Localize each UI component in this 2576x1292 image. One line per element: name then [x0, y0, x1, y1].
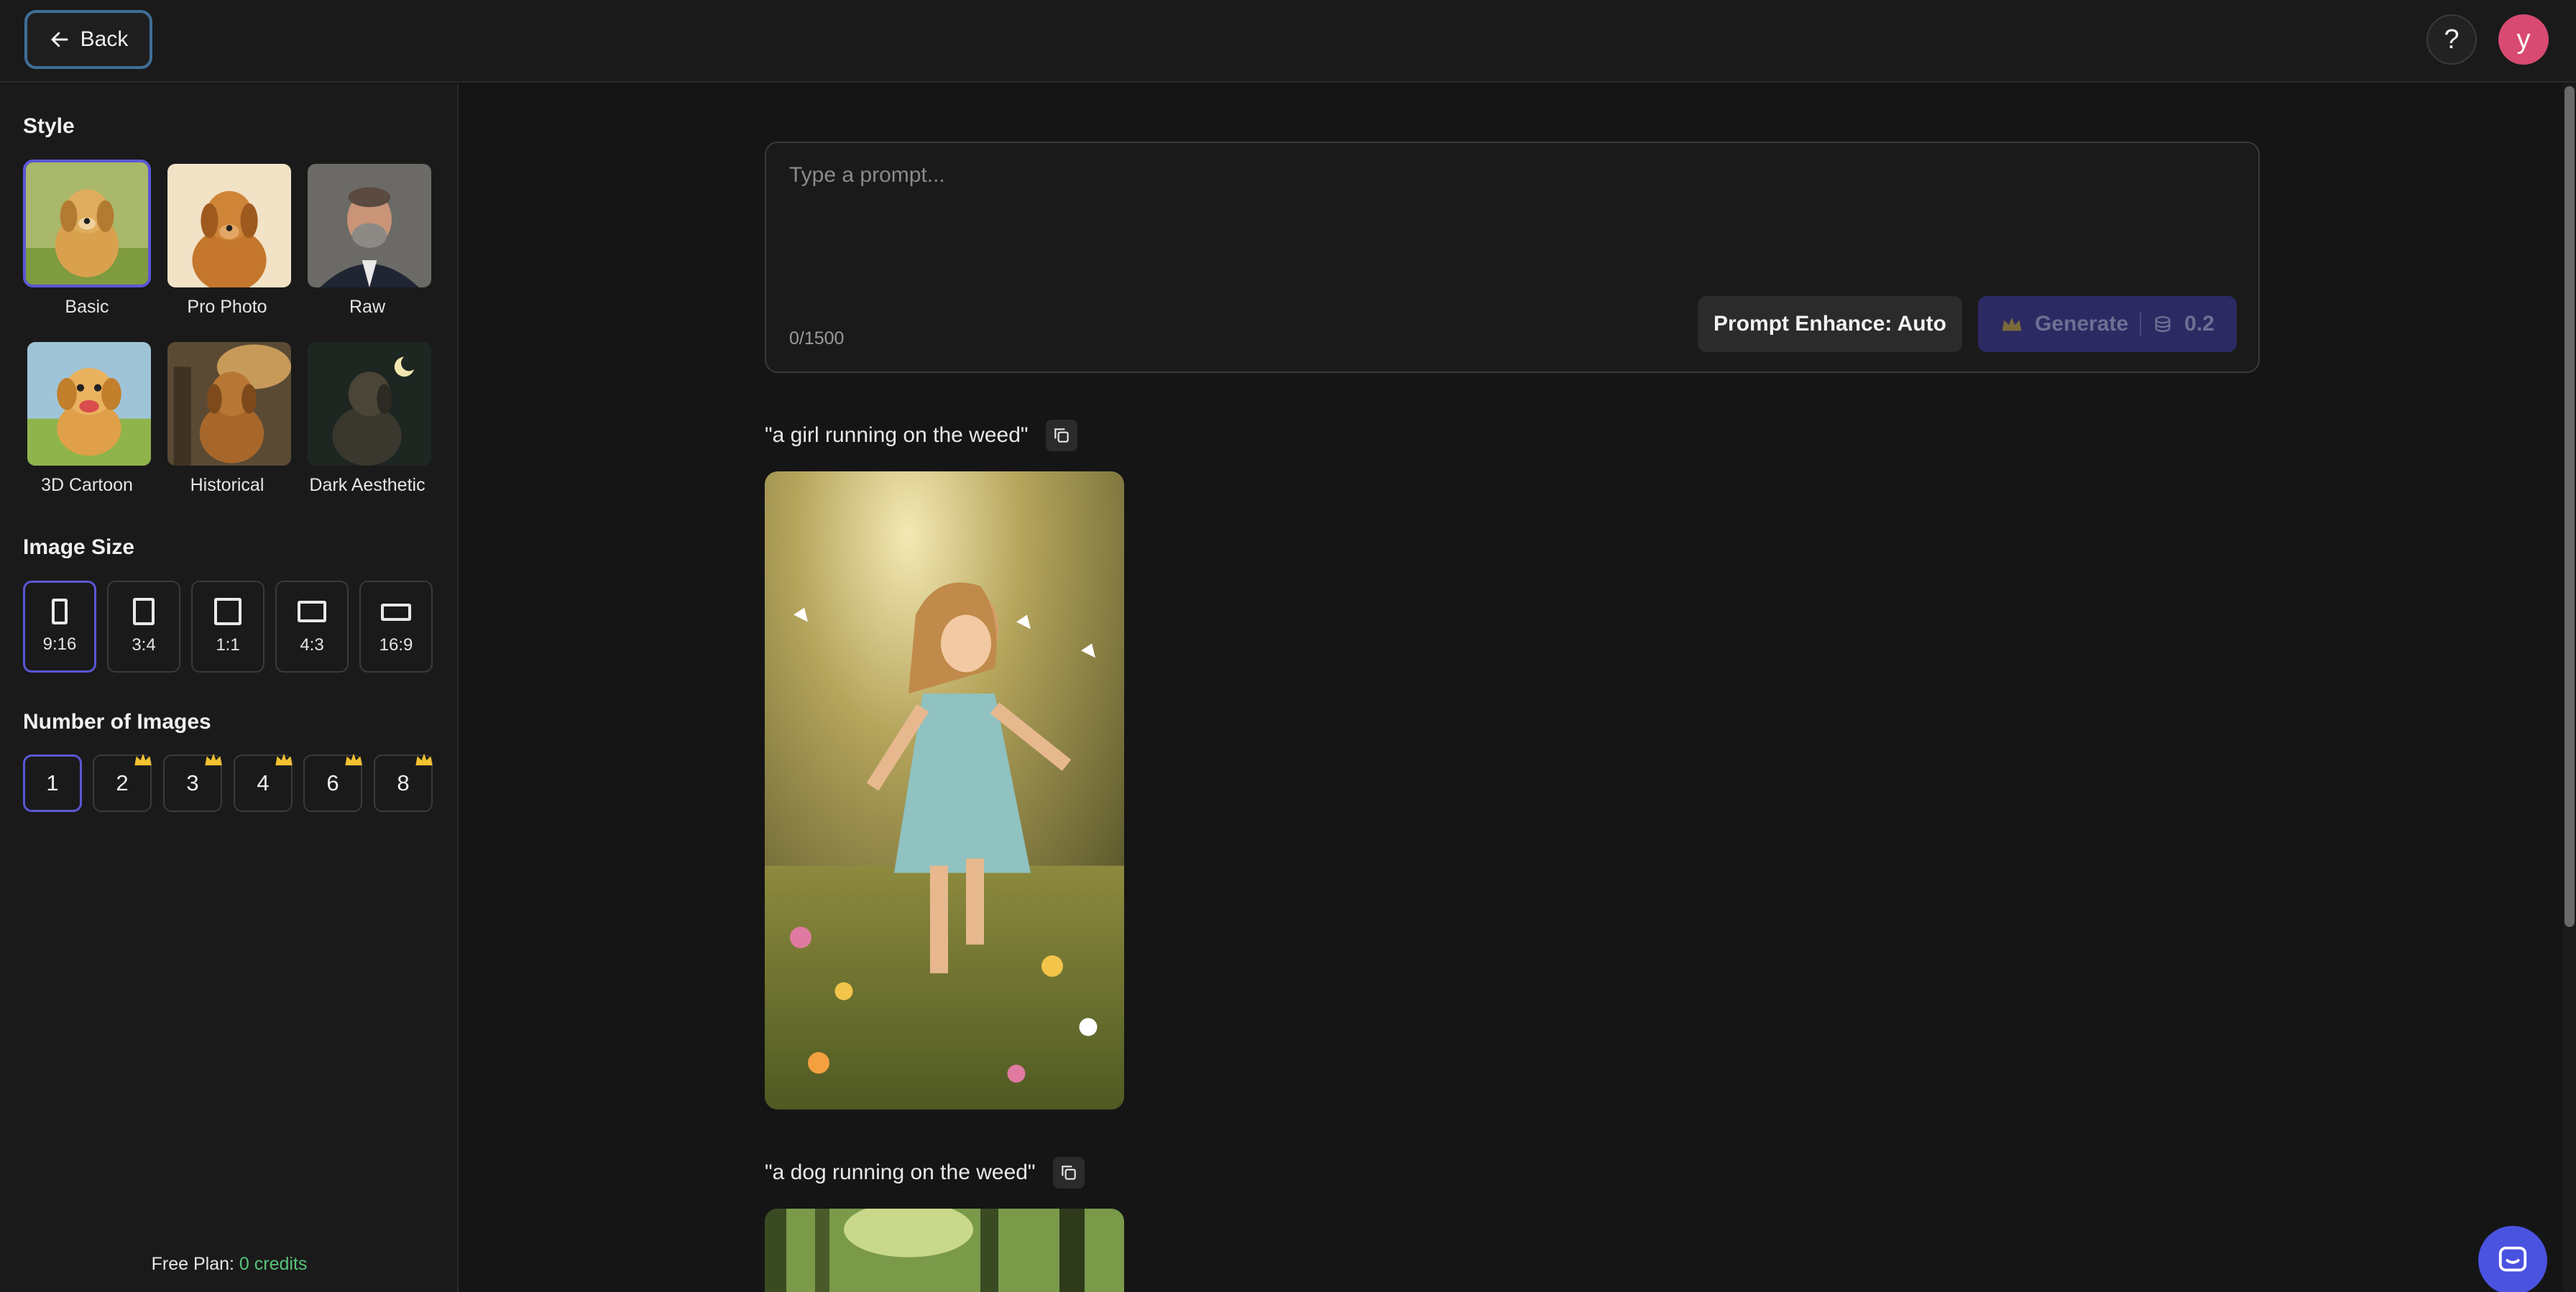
- crown-icon: [205, 753, 222, 766]
- forest-image-icon: [765, 1209, 1124, 1292]
- count-option-1[interactable]: 1: [23, 755, 82, 812]
- size-label: 16:9: [379, 635, 413, 655]
- image-size-title: Image Size: [23, 535, 135, 559]
- crown-icon: [134, 753, 152, 766]
- history-prompt-text: "a girl running on the weed": [765, 423, 1029, 447]
- style-tile-dark-aesthetic[interactable]: [305, 340, 433, 468]
- count-label: 3: [186, 770, 199, 795]
- size-label: 9:16: [42, 635, 77, 654]
- copy-icon: [1054, 428, 1069, 443]
- plan-credits[interactable]: 0 credits: [239, 1254, 307, 1274]
- help-icon: ?: [2444, 24, 2460, 55]
- count-option-2[interactable]: 2: [93, 753, 152, 812]
- crown-icon: [2002, 317, 2022, 331]
- history-prompt-text: "a dog running on the weed": [765, 1161, 1036, 1184]
- copy-button[interactable]: [1045, 420, 1077, 451]
- size-option-16-9[interactable]: 16:9: [359, 581, 433, 673]
- separator: [2140, 313, 2142, 336]
- style-label-raw: Raw: [349, 297, 385, 317]
- portrait-icon: [133, 598, 155, 625]
- generate-cost: 0.2: [2184, 312, 2214, 336]
- generated-image[interactable]: [765, 471, 1124, 1109]
- chat-icon: [2498, 1246, 2527, 1272]
- count-label: 4: [257, 770, 270, 795]
- crown-icon: [345, 753, 362, 766]
- generated-image[interactable]: [765, 1209, 1124, 1292]
- copy-button[interactable]: [1052, 1157, 1085, 1189]
- style-label-historical: Historical: [190, 475, 264, 495]
- size-label: 3:4: [132, 635, 156, 655]
- size-label: 4:3: [300, 635, 324, 655]
- top-bar: Back ? y: [0, 0, 2576, 83]
- prompt-input[interactable]: [789, 163, 2227, 249]
- landscape-icon: [298, 601, 326, 622]
- count-label: 8: [397, 770, 410, 795]
- scrollbar-thumb[interactable]: [2564, 86, 2575, 927]
- style-tile-pro-photo[interactable]: [165, 162, 293, 290]
- history-prompt-2: "a dog running on the weed": [765, 1157, 1085, 1189]
- count-option-4[interactable]: 4: [234, 753, 293, 812]
- generate-button[interactable]: Generate 0.2: [1978, 296, 2237, 352]
- coins-icon: [2155, 315, 2171, 333]
- count-label: 6: [326, 770, 339, 795]
- size-option-3-4[interactable]: 3:4: [107, 581, 180, 673]
- back-label: Back: [80, 27, 129, 51]
- size-option-1-1[interactable]: 1:1: [191, 581, 264, 673]
- crown-icon: [275, 753, 293, 766]
- landscape-wide-icon: [381, 604, 411, 621]
- style-tile-historical[interactable]: [165, 340, 293, 468]
- prompt-enhance-label: Prompt Enhance: Auto: [1714, 312, 1946, 336]
- plan-status: Free Plan: 0 credits: [0, 1254, 459, 1275]
- style-tile-basic[interactable]: [23, 160, 151, 287]
- square-icon: [214, 598, 242, 625]
- dog-thumbnail-icon: [308, 342, 431, 466]
- style-label-3d-cartoon: 3D Cartoon: [41, 475, 133, 495]
- plan-label: Free Plan:: [151, 1254, 234, 1274]
- count-label: 1: [46, 770, 59, 795]
- style-label-dark-aesthetic: Dark Aesthetic: [309, 475, 426, 495]
- number-of-images-title: Number of Images: [23, 710, 211, 734]
- char-count: 0/1500: [789, 328, 845, 349]
- dog-thumbnail-icon: [167, 164, 291, 287]
- back-button[interactable]: Back: [24, 10, 152, 69]
- generate-label: Generate: [2035, 312, 2129, 336]
- crown-icon: [415, 753, 433, 766]
- chat-button[interactable]: [2478, 1226, 2547, 1292]
- count-option-3[interactable]: 3: [163, 753, 222, 812]
- girl-image-icon: [765, 471, 1124, 1109]
- dog-thumbnail-icon: [26, 162, 148, 285]
- size-option-9-16[interactable]: 9:16: [23, 581, 96, 673]
- avatar[interactable]: y: [2498, 14, 2549, 65]
- size-label: 1:1: [216, 635, 240, 655]
- count-option-6[interactable]: 6: [303, 753, 362, 812]
- history-prompt-1: "a girl running on the weed": [765, 420, 1077, 451]
- portrait-tall-icon: [52, 599, 68, 624]
- style-tile-3d-cartoon[interactable]: [25, 340, 153, 468]
- style-label-pro-photo: Pro Photo: [187, 297, 267, 317]
- count-option-8[interactable]: 8: [374, 753, 433, 812]
- size-option-4-3[interactable]: 4:3: [275, 581, 349, 673]
- style-title: Style: [23, 114, 75, 138]
- style-tile-raw[interactable]: [305, 162, 433, 290]
- prompt-enhance-button[interactable]: Prompt Enhance: Auto: [1698, 296, 1962, 352]
- sidebar: Style Basic Pro Photo Raw 3D Cartoon His…: [0, 84, 459, 1292]
- copy-icon: [1061, 1166, 1076, 1180]
- style-label-basic: Basic: [65, 297, 109, 317]
- dog-thumbnail-icon: [27, 342, 151, 466]
- arrow-left-icon: [51, 32, 68, 47]
- avatar-initial: y: [2516, 24, 2531, 55]
- man-thumbnail-icon: [308, 164, 431, 287]
- dog-thumbnail-icon: [167, 342, 291, 466]
- help-button[interactable]: ?: [2426, 14, 2477, 65]
- count-label: 2: [116, 770, 129, 795]
